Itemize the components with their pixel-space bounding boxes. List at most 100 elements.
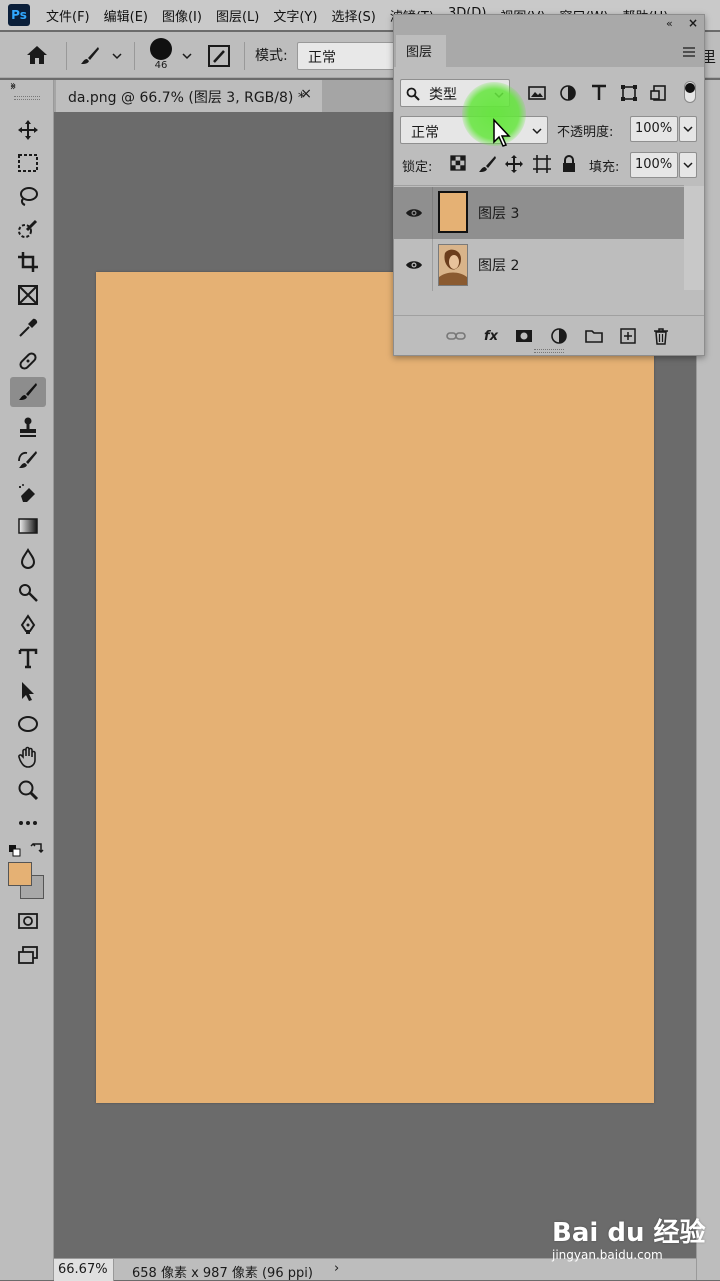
chevron-down-icon[interactable] (180, 48, 194, 62)
pen-icon[interactable] (10, 610, 46, 640)
ellipse-icon[interactable] (10, 709, 46, 739)
lock-label: 锁定: (402, 160, 433, 175)
layer-name[interactable]: 图层 3 (478, 203, 519, 223)
gradient-icon[interactable] (10, 511, 46, 541)
menu-edit[interactable]: 编辑(E) (104, 6, 148, 25)
eyedropper-icon[interactable] (10, 313, 46, 343)
hand-icon[interactable] (10, 742, 46, 772)
foreground-color-swatch[interactable] (8, 862, 32, 886)
layer-name[interactable]: 图层 2 (478, 255, 519, 275)
new-group-icon[interactable] (582, 324, 606, 348)
fill-dropdown[interactable] (679, 152, 697, 178)
document-canvas[interactable] (96, 272, 654, 1103)
zoom-level-field[interactable]: 66.67% (54, 1259, 114, 1281)
lasso-icon[interactable] (10, 181, 46, 211)
lock-all-icon[interactable] (560, 154, 578, 174)
menu-image[interactable]: 图像(I) (162, 6, 202, 25)
fill-input[interactable]: 100% (630, 152, 678, 178)
brush-tool-icon[interactable] (10, 377, 46, 407)
add-mask-icon[interactable] (512, 324, 536, 348)
layer-row-selected[interactable]: 图层 3 (394, 187, 684, 239)
panel-title-bar[interactable]: « × (394, 15, 704, 35)
mode-select[interactable]: 正常 (297, 42, 407, 70)
layer-row[interactable]: 图层 2 (394, 239, 684, 291)
home-icon[interactable] (24, 43, 52, 69)
move-icon[interactable] (10, 115, 46, 145)
menu-file[interactable]: 文件(F) (46, 6, 90, 25)
crop-icon[interactable] (10, 247, 46, 277)
watermark-url: jingyan.baidu.com (552, 1248, 663, 1262)
opacity-label: 不透明度: (557, 125, 614, 140)
status-menu-arrow[interactable]: › (334, 1261, 339, 1276)
lock-pixels-icon[interactable] (477, 154, 497, 174)
opacity-dropdown[interactable] (679, 116, 697, 142)
chevron-down-icon[interactable] (530, 123, 544, 137)
lock-transparent-icon[interactable] (450, 155, 468, 173)
collapse-panel-icon[interactable]: « (666, 17, 673, 30)
lock-artboard-icon[interactable] (532, 154, 552, 174)
default-colors-icon[interactable] (9, 842, 21, 857)
visibility-eye-icon[interactable] (402, 239, 426, 291)
watermark-logo-text: Bai du 经验 (552, 1218, 706, 1248)
chevron-down-icon[interactable] (110, 48, 124, 62)
menu-layer[interactable]: 图层(L) (216, 6, 259, 25)
adjustment-layer-icon[interactable] (547, 324, 571, 348)
menu-select[interactable]: 选择(S) (331, 6, 375, 25)
close-panel-icon[interactable]: × (688, 16, 698, 30)
swap-colors-icon[interactable] (30, 840, 44, 854)
panel-menu-icon[interactable] (682, 43, 698, 57)
visibility-eye-icon[interactable] (402, 187, 426, 239)
panel-resize-grip[interactable] (534, 349, 564, 353)
healing-icon[interactable] (10, 346, 46, 376)
document-tab[interactable]: da.png @ 66.7% (图层 3, RGB/8) * × (56, 80, 322, 112)
brush-preview-icon[interactable] (150, 38, 172, 60)
quick-mask-icon[interactable] (10, 906, 46, 936)
smart-object-filter-icon[interactable] (649, 83, 669, 103)
brush-icon[interactable] (78, 44, 102, 68)
brush-settings-icon[interactable] (206, 43, 232, 69)
marquee-icon[interactable] (10, 148, 46, 178)
menu-type[interactable]: 文字(Y) (273, 6, 317, 25)
more-icon[interactable] (10, 808, 46, 838)
frame-icon[interactable] (10, 280, 46, 310)
type-filter-icon[interactable] (589, 83, 609, 103)
path-select-icon[interactable] (10, 676, 46, 706)
eraser-icon[interactable] (10, 478, 46, 508)
document-title: da.png @ 66.7% (图层 3, RGB/8) * (68, 90, 305, 106)
toolbar-collapse-icon[interactable]: » (0, 80, 54, 94)
type-icon[interactable] (10, 643, 46, 673)
layers-scrollbar[interactable] (684, 186, 704, 290)
history-brush-icon[interactable] (10, 445, 46, 475)
options-separator (66, 42, 67, 70)
stamp-icon[interactable] (10, 412, 46, 442)
filter-toggle[interactable] (684, 81, 696, 103)
lock-position-icon[interactable] (504, 154, 524, 174)
options-separator (244, 42, 245, 70)
layer-thumbnail[interactable] (438, 244, 468, 286)
toolbar: » (0, 80, 54, 1280)
layer-thumbnail[interactable] (438, 191, 468, 233)
row-divider (432, 239, 433, 291)
mode-label: 模式: (255, 48, 288, 64)
opacity-input[interactable]: 100% (630, 116, 678, 142)
brush-size-label: 46 (154, 60, 168, 71)
tab-layers[interactable]: 图层 (396, 35, 446, 67)
link-layers-icon[interactable] (444, 324, 468, 348)
layer-fx-button[interactable]: fx (479, 324, 503, 348)
screen-mode-icon[interactable] (10, 940, 46, 970)
close-icon[interactable]: × (300, 86, 312, 102)
pixel-filter-icon[interactable] (527, 83, 547, 103)
adjustment-filter-icon[interactable] (558, 83, 578, 103)
new-layer-icon[interactable] (616, 324, 640, 348)
delete-layer-icon[interactable] (649, 324, 673, 348)
shape-filter-icon[interactable] (619, 83, 639, 103)
baidu-watermark: Bai du 经验 jingyan.baidu.com (552, 1212, 706, 1268)
layers-panel: « × 图层 类型 正常 不透明度: 100% 锁定: 填充: 100% 图层 … (393, 14, 705, 356)
search-icon (406, 86, 420, 101)
quick-select-icon[interactable] (10, 214, 46, 244)
dodge-icon[interactable] (10, 577, 46, 607)
toolbar-grip[interactable] (14, 96, 40, 100)
zoom-icon[interactable] (10, 775, 46, 805)
options-separator (134, 42, 135, 70)
blur-icon[interactable] (10, 544, 46, 574)
